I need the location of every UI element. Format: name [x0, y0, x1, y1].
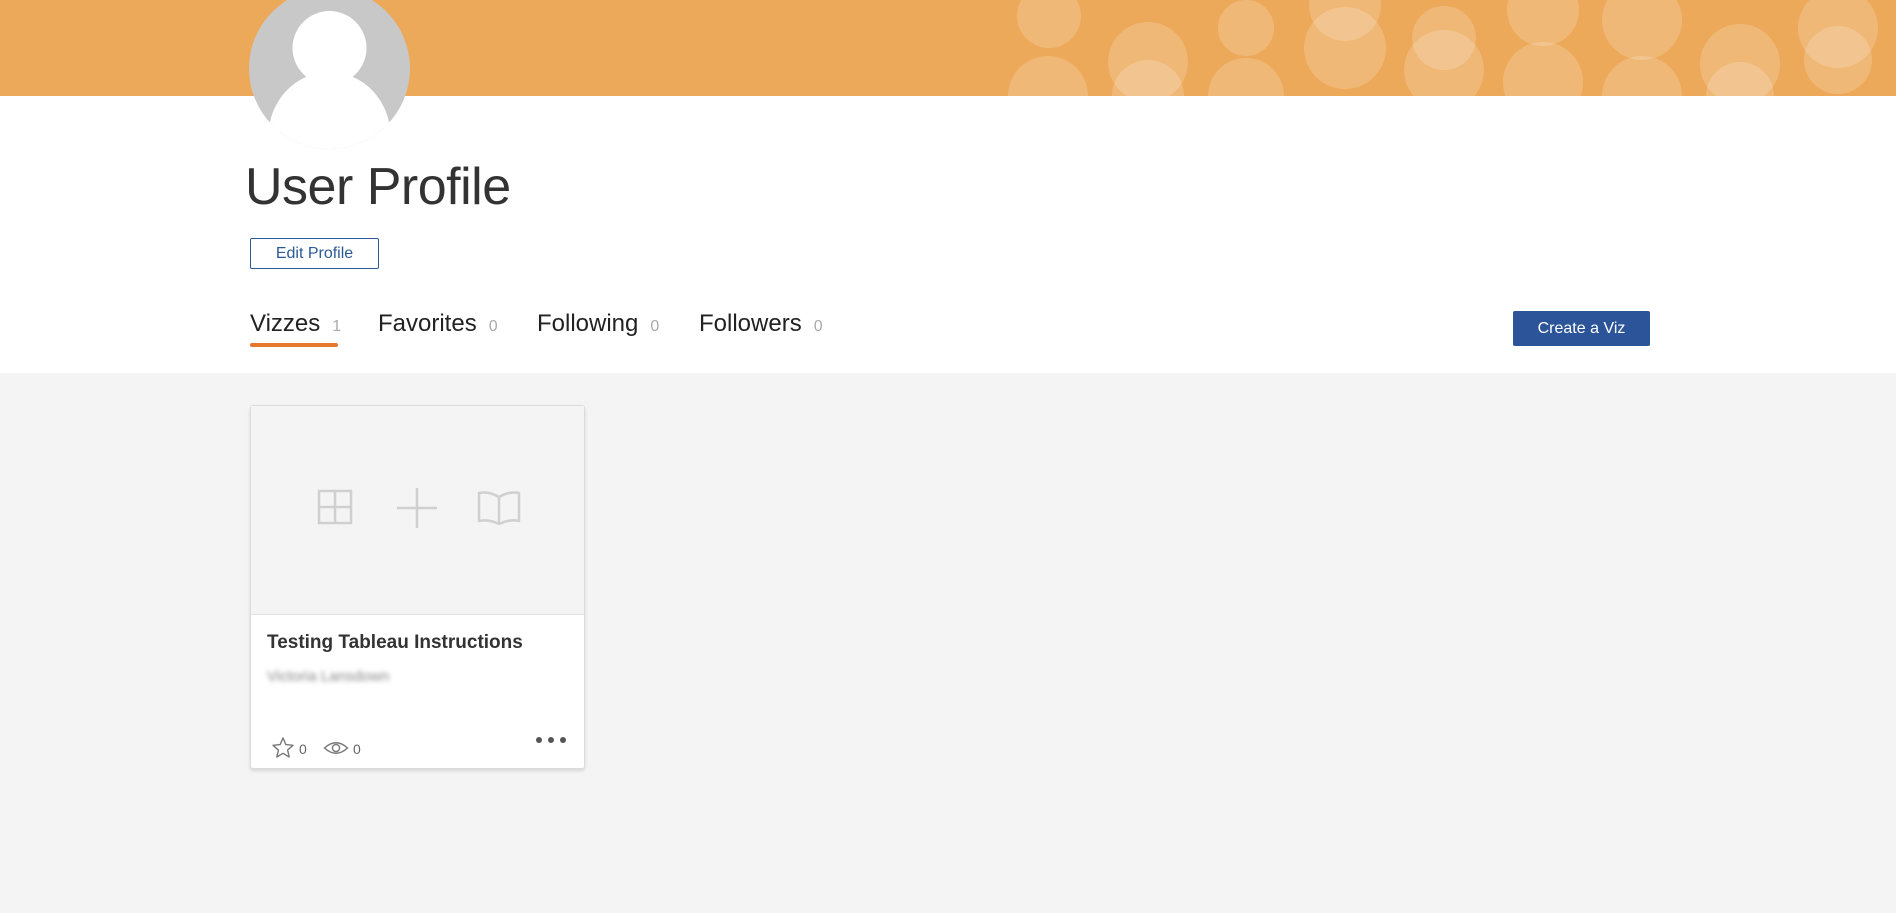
tab-followers-label: Followers [699, 310, 802, 337]
views-count: 0 [353, 741, 361, 757]
tab-followers[interactable]: Followers 0 [699, 310, 823, 350]
more-options-button[interactable] [531, 728, 571, 752]
more-options-icon[interactable] [531, 728, 571, 752]
tab-followers-count: 0 [813, 318, 823, 335]
viz-author[interactable]: Victoria Lansdown [267, 668, 389, 685]
tab-vizzes-count: 1 [332, 318, 342, 335]
grid-icon [317, 489, 353, 525]
viz-thumbnail[interactable] [251, 406, 584, 615]
page-title: User Profile [245, 158, 511, 216]
edit-profile-button[interactable]: Edit Profile [250, 238, 379, 269]
viz-card[interactable]: Testing Tableau Instructions Victoria La… [250, 405, 585, 769]
active-tab-indicator [250, 343, 338, 347]
tab-following[interactable]: Following 0 [537, 310, 659, 350]
tab-favorites-count: 0 [488, 318, 498, 335]
views-stat: 0 [323, 736, 367, 760]
viz-title[interactable]: Testing Tableau Instructions [267, 632, 523, 654]
tab-vizzes-label: Vizzes [250, 310, 321, 337]
create-viz-button[interactable]: Create a Viz [1513, 311, 1650, 346]
tab-favorites-label: Favorites [378, 310, 477, 337]
star-icon[interactable] [271, 736, 295, 760]
tab-following-count: 0 [650, 318, 660, 335]
tab-vizzes[interactable]: Vizzes 1 [250, 310, 341, 350]
favorite-count: 0 [299, 741, 307, 757]
book-icon [477, 491, 521, 525]
tab-favorites[interactable]: Favorites 0 [378, 310, 498, 350]
plus-icon [397, 488, 437, 528]
tab-following-label: Following [537, 310, 639, 337]
eye-icon [323, 742, 349, 754]
favorite-stat[interactable]: 0 [271, 736, 311, 760]
